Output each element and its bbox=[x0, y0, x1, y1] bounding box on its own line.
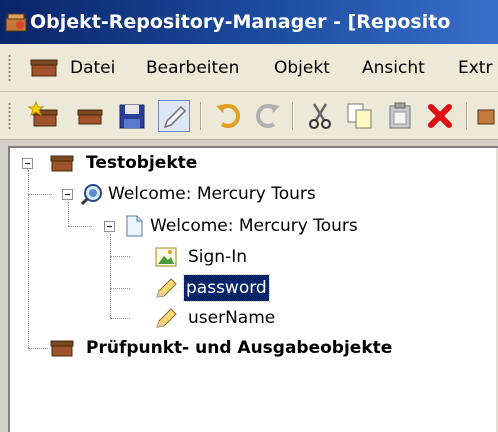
save-button[interactable] bbox=[116, 100, 148, 132]
delete-icon bbox=[428, 104, 452, 128]
menu-ansicht[interactable]: Ansicht bbox=[362, 44, 425, 91]
tree-item-label: Testobjekte bbox=[86, 153, 198, 173]
image-icon bbox=[155, 247, 177, 267]
menu-extras[interactable]: Extr bbox=[458, 44, 492, 91]
tree-item-label: Welcome: Mercury Tours bbox=[108, 184, 316, 204]
edit-field-icon bbox=[156, 308, 177, 328]
object-spy-icon bbox=[477, 109, 495, 125]
box-icon bbox=[50, 340, 74, 357]
tree-item-label: userName bbox=[188, 308, 276, 328]
tree-item-sign-in[interactable]: Sign-In bbox=[10, 244, 490, 270]
toolbar-separator bbox=[292, 102, 294, 130]
window-title: Objekt-Repository-Manager - [Reposito bbox=[30, 11, 451, 33]
tree-item-username[interactable]: userName bbox=[10, 305, 490, 331]
paste-button[interactable] bbox=[384, 100, 416, 132]
tree-item-page[interactable]: Welcome: Mercury Tours bbox=[10, 213, 490, 239]
undo-button[interactable] bbox=[212, 100, 244, 132]
paste-icon bbox=[389, 102, 411, 129]
redo-icon bbox=[256, 104, 280, 128]
collapse-toggle[interactable] bbox=[104, 221, 115, 232]
cut-icon bbox=[309, 103, 331, 129]
box-icon bbox=[30, 59, 58, 77]
delete-button[interactable] bbox=[424, 100, 456, 132]
tree-item-browser[interactable]: Welcome: Mercury Tours bbox=[10, 181, 490, 207]
toolbar-grip[interactable] bbox=[8, 102, 11, 130]
tree-item-label: Prüfpunkt- und Ausgabeobjekte bbox=[86, 338, 393, 358]
title-bar: Objekt-Repository-Manager - [Reposito bbox=[0, 0, 498, 44]
edit-button[interactable] bbox=[158, 100, 190, 132]
menu-objekt[interactable]: Objekt bbox=[274, 44, 330, 91]
browser-icon bbox=[80, 184, 102, 205]
copy-button[interactable] bbox=[344, 100, 376, 132]
new-repository-icon bbox=[27, 100, 58, 127]
menu-bearbeiten[interactable]: Bearbeiten bbox=[146, 44, 239, 91]
save-icon bbox=[119, 104, 145, 129]
undo-icon bbox=[216, 104, 240, 128]
tree-item-testobjekte[interactable]: Testobjekte bbox=[10, 150, 490, 176]
redo-button[interactable] bbox=[252, 100, 284, 132]
menu-datei[interactable]: Datei bbox=[70, 44, 115, 91]
open-repository-icon bbox=[77, 109, 103, 125]
open-repository-button[interactable] bbox=[74, 100, 106, 132]
toolbar-separator bbox=[200, 102, 202, 130]
object-tree[interactable]: Testobjekte Welcome: Mercury Tours Welco… bbox=[8, 146, 498, 432]
tree-item-checkpoint-output-objects[interactable]: Prüfpunkt- und Ausgabeobjekte bbox=[10, 335, 490, 361]
edit-field-icon bbox=[156, 278, 177, 298]
tree-item-password[interactable]: password bbox=[10, 274, 490, 302]
cut-button[interactable] bbox=[304, 100, 336, 132]
box-icon bbox=[50, 155, 74, 172]
toolbar-separator bbox=[466, 102, 468, 130]
tree-item-label: Sign-In bbox=[188, 247, 248, 267]
menu-bar: Datei Bearbeiten Objekt Ansicht Extr bbox=[0, 44, 498, 92]
edit-pencil-icon bbox=[163, 105, 187, 129]
more-tools-button[interactable] bbox=[476, 100, 498, 132]
tree-item-label: password bbox=[183, 274, 270, 302]
page-icon bbox=[126, 215, 143, 237]
new-repository-button[interactable] bbox=[27, 100, 60, 132]
collapse-toggle[interactable] bbox=[62, 189, 73, 200]
repository-app-icon bbox=[5, 13, 27, 32]
copy-icon bbox=[347, 103, 372, 129]
toolbar bbox=[0, 92, 498, 140]
menubar-grip[interactable] bbox=[8, 54, 11, 82]
tree-item-label: Welcome: Mercury Tours bbox=[150, 216, 358, 236]
collapse-toggle[interactable] bbox=[22, 158, 33, 169]
